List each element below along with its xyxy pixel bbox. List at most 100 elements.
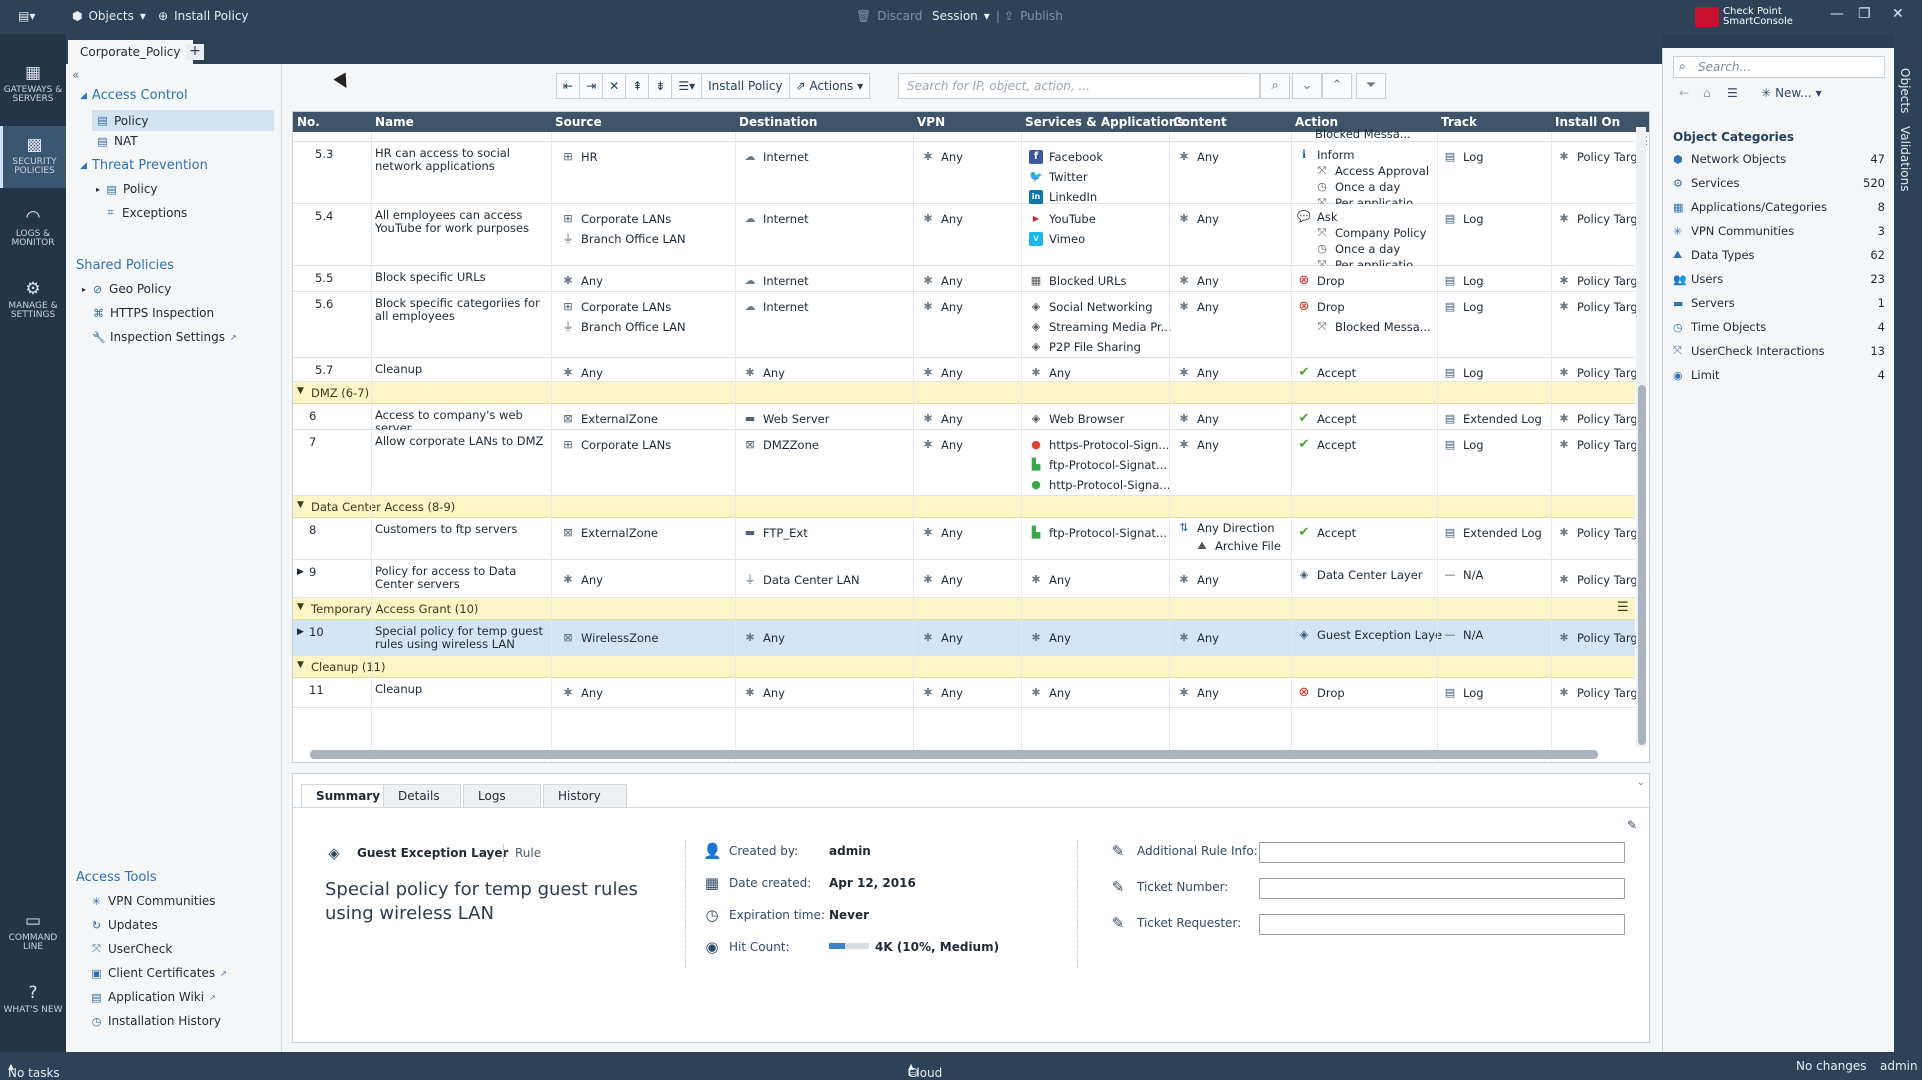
category-item[interactable]: 👥 Users 23 xyxy=(1673,270,1885,288)
horizontal-scroll-thumb[interactable] xyxy=(310,750,1598,759)
category-item[interactable]: ⛰ Data Types 62 xyxy=(1673,246,1885,264)
table-row-selected[interactable]: ▶ 10 Special policy for temp guest rules… xyxy=(293,620,1638,656)
collapse-arrow-icon[interactable]: ▼ xyxy=(297,602,304,612)
tool-usercheck[interactable]: ⤧ UserCheck xyxy=(90,942,172,956)
nav-logs-monitor[interactable]: ◠ LOGS & MONITOR xyxy=(0,198,66,260)
collapse-arrow-icon[interactable]: ▼ xyxy=(297,660,304,670)
section-data-center-access[interactable]: ▼ Data Center Access (8-9) xyxy=(293,496,1635,518)
add-section-above-icon[interactable]: ⇞ xyxy=(625,73,650,99)
next-match-icon[interactable]: ⌄ xyxy=(1292,73,1322,99)
tool-client-certificates[interactable]: ▣ Client Certificates ↗ xyxy=(90,966,227,980)
back-icon[interactable]: ← xyxy=(1679,86,1689,100)
tool-installation-history[interactable]: ◷ Installation History xyxy=(90,1014,221,1028)
collapse-panel-icon[interactable]: « xyxy=(72,68,79,82)
restore-icon[interactable]: ❐ xyxy=(1858,6,1871,22)
vtab-validations[interactable]: Validations xyxy=(1898,126,1912,192)
list-view-icon[interactable]: ☰ xyxy=(1727,86,1738,100)
tab-logs[interactable]: Logs xyxy=(463,784,541,808)
table-row[interactable]: 5.5 Block specific URLs ✱ Any ☁ Internet ✱… xyxy=(293,266,1638,292)
category-item[interactable]: ▬ Servers 1 xyxy=(1673,294,1885,312)
col-install-on[interactable]: Install On xyxy=(1555,115,1620,129)
tree-tp-policy[interactable]: ▸ ▤ Policy xyxy=(96,182,158,196)
minimize-icon[interactable]: — xyxy=(1830,6,1844,22)
table-row[interactable]: ▶ 9 Policy for access to Data Center ser… xyxy=(293,560,1638,598)
category-item[interactable]: ◉ Limit 4 xyxy=(1673,366,1885,384)
add-rule-below-icon[interactable]: ⇥ xyxy=(579,73,604,99)
collapse-panel-icon[interactable]: ⌄ xyxy=(1637,778,1645,788)
add-rule-above-icon[interactable]: ⇤ xyxy=(556,73,581,99)
discard-button[interactable]: 🗑 Discard xyxy=(856,9,922,23)
col-content[interactable]: Content xyxy=(1173,115,1227,129)
category-item[interactable]: ✳ VPN Communities 3 xyxy=(1673,222,1885,240)
category-item[interactable]: ⚙ Services 520 xyxy=(1673,174,1885,192)
tree-https-inspection[interactable]: ⌘ HTTPS Inspection xyxy=(92,306,214,320)
nav-manage-settings[interactable]: ⚙ MANAGE & SETTINGS xyxy=(0,270,66,332)
actions-menu-button[interactable]: ⇗ Actions ▾ xyxy=(788,73,871,99)
col-track[interactable]: Track xyxy=(1441,115,1477,129)
section-cleanup[interactable]: ▼ Cleanup (11) xyxy=(293,656,1635,678)
table-row[interactable]: 5.3 HR can access to social network appl… xyxy=(293,142,1638,210)
category-item[interactable]: ⤧ UserCheck Interactions 13 xyxy=(1673,342,1885,360)
tree-inspection-settings[interactable]: 🔧 Inspection Settings ↗ xyxy=(92,330,237,344)
publish-button[interactable]: ⇪ Publish xyxy=(1004,9,1063,23)
delete-rule-icon[interactable]: ✕ xyxy=(602,73,627,99)
table-row[interactable]: 5.6 Block specific categoriies for all e… xyxy=(293,292,1638,358)
expand-arrow-icon[interactable]: ▶ xyxy=(297,567,304,577)
add-tab-button[interactable]: + xyxy=(186,44,204,60)
tree-threat-prevention[interactable]: ◢ Threat Prevention xyxy=(80,158,208,173)
tree-access-policy[interactable]: ▤ Policy xyxy=(92,110,274,131)
collapse-arrow-icon[interactable]: ▼ xyxy=(297,386,304,396)
objects-menu-button[interactable]: ⬢ Objects ▾ xyxy=(72,9,146,23)
new-object-button[interactable]: ✳ New... ▾ xyxy=(1761,86,1822,100)
edit-pencil-icon[interactable]: ✎ xyxy=(1627,818,1637,832)
category-item[interactable]: ⬢ Network Objects 47 xyxy=(1673,150,1885,168)
tasks-status[interactable]: No tasks in progress ▴ xyxy=(8,1059,60,1080)
home-icon[interactable]: ⌂ xyxy=(1703,86,1711,100)
col-vpn[interactable]: VPN xyxy=(917,115,945,129)
nav-gateways-servers[interactable]: ▦ GATEWAYS & SERVERS xyxy=(0,54,66,116)
tab-details[interactable]: Details xyxy=(383,784,461,808)
section-dmz[interactable]: ▼ DMZ (6-7) xyxy=(293,382,1635,404)
table-row[interactable]: 5.7 Cleanup ✱ Any ✱ Any ✱ Any ✱ Any ✱ Any ✔ Ac… xyxy=(293,358,1638,382)
collapse-arrow-icon[interactable]: ▼ xyxy=(297,500,304,510)
section-temporary-access-grant[interactable]: ▼ Temporary Access Grant (10) ☰ xyxy=(293,598,1635,620)
search-icon[interactable]: ⌕ xyxy=(1260,73,1290,99)
col-destination[interactable]: Destination xyxy=(739,115,817,129)
tree-geo-policy[interactable]: ▸ ⊘ Geo Policy xyxy=(82,282,171,296)
category-item[interactable]: ▦ Applications/Categories 8 xyxy=(1673,198,1885,216)
vtab-objects[interactable]: Objects xyxy=(1898,68,1912,113)
expand-arrow-icon[interactable]: ▶ xyxy=(297,627,304,637)
tree-nat[interactable]: ▤ NAT xyxy=(96,134,137,148)
rules-search-input[interactable]: Search for IP, object, action, ... xyxy=(898,73,1260,99)
nav-command-line[interactable]: ▭ COMMAND LINE xyxy=(0,902,66,964)
tool-updates[interactable]: ↻ Updates xyxy=(90,918,158,932)
tab-history[interactable]: History xyxy=(543,784,627,808)
additional-rule-info-input[interactable] xyxy=(1259,842,1625,863)
ticket-requester-input[interactable] xyxy=(1259,914,1625,935)
more-rules-menu-icon[interactable]: ☰▾ xyxy=(671,73,703,99)
tree-access-control[interactable]: ◢ Access Control xyxy=(80,88,188,103)
tree-exceptions[interactable]: ⌗ Exceptions xyxy=(104,206,187,220)
table-row[interactable]: 6 Access to company's web server ⊠ Extern… xyxy=(293,404,1638,435)
install-policy-button[interactable]: Install Policy xyxy=(701,73,790,99)
ticket-number-input[interactable] xyxy=(1259,878,1625,899)
table-row[interactable]: Blocked Messa... xyxy=(293,127,1635,142)
vertical-scroll-thumb[interactable] xyxy=(1638,385,1646,745)
col-services[interactable]: Services & Applications xyxy=(1025,115,1185,129)
col-name[interactable]: Name xyxy=(375,115,414,129)
tab-summary[interactable]: Summary xyxy=(301,784,396,808)
close-icon[interactable]: ✕ xyxy=(1892,6,1904,22)
filter-icon[interactable]: ⏷ xyxy=(1356,73,1386,99)
nav-security-policies[interactable]: ▩ SECURITY POLICIES xyxy=(0,126,66,188)
server-selector[interactable]: ⛁ Cloud Demo Server ▴ xyxy=(908,1059,942,1080)
objects-search-input[interactable]: Search... xyxy=(1673,56,1885,78)
app-menu-button[interactable]: ▤▾ xyxy=(18,9,35,23)
tab-corporate-policy[interactable]: Corporate_Policy xyxy=(68,40,193,64)
add-section-below-icon[interactable]: ⇟ xyxy=(648,73,673,99)
nav-whats-new[interactable]: ? WHAT'S NEW xyxy=(0,974,66,1036)
tool-vpn-communities[interactable]: ✳ VPN Communities xyxy=(90,894,216,908)
col-no[interactable]: No. xyxy=(297,115,320,129)
session-menu-button[interactable]: Session ▾ | xyxy=(932,9,1000,23)
previous-match-icon[interactable]: ⌃ xyxy=(1322,73,1352,99)
table-row[interactable]: 7 Allow corporate LANs to DMZ ⊞ Corporate… xyxy=(293,430,1638,496)
